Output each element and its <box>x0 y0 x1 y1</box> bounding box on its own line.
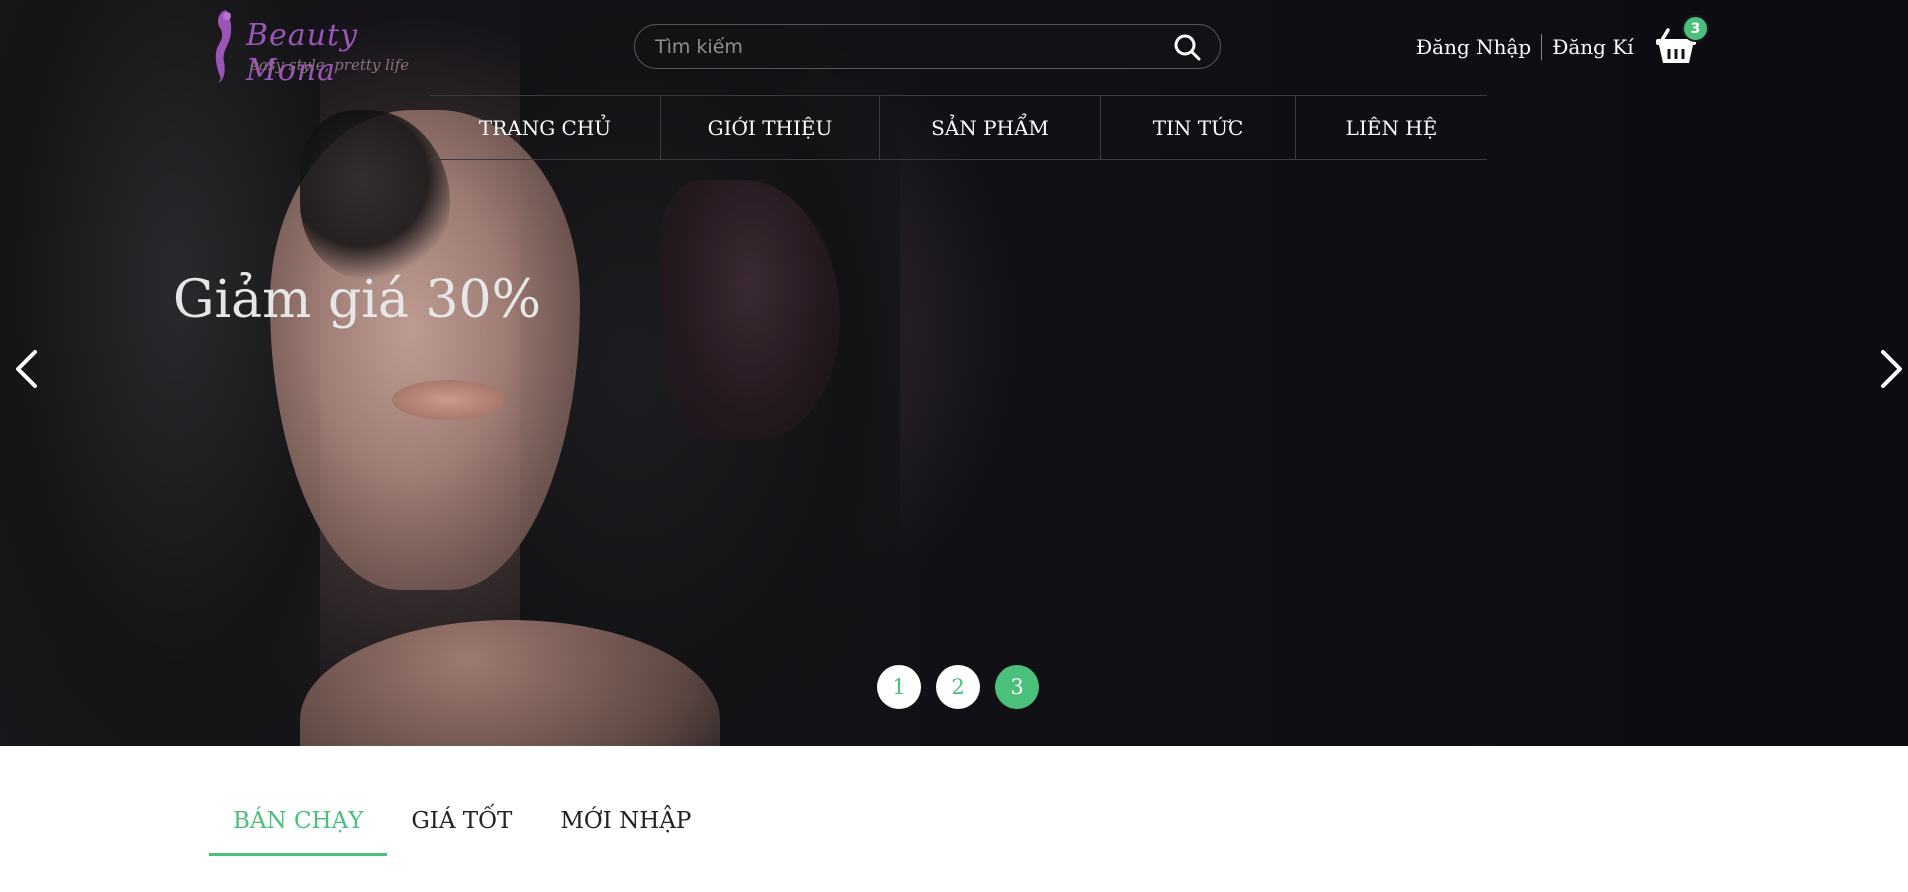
slider-page-1[interactable]: 1 <box>877 665 921 709</box>
tab-label: BÁN CHẠY <box>233 808 364 834</box>
nav-item-contact[interactable]: LIÊN HỆ <box>1296 96 1487 159</box>
slide-caption: Giảm giá 30% <box>173 270 542 330</box>
search-icon[interactable] <box>1172 32 1202 62</box>
chevron-right-icon <box>1881 350 1902 388</box>
auth-divider <box>1541 34 1543 60</box>
woman-silhouette-icon <box>215 10 232 84</box>
hero-image-hair <box>0 0 320 746</box>
slider-next-button[interactable] <box>1872 344 1908 394</box>
tab-label: MỚI NHẬP <box>560 808 692 834</box>
cart-count-badge: 3 <box>1682 15 1709 42</box>
product-tabs: BÁN CHẠY GIÁ TỐT MỚI NHẬP <box>209 808 715 856</box>
brand-logo[interactable]: Beauty Mona easy style, pretty life <box>206 6 446 88</box>
nav-item-home[interactable]: TRANG CHỦ <box>430 96 661 159</box>
slider-prev-button[interactable] <box>6 344 46 394</box>
slider-page-3[interactable]: 3 <box>995 665 1039 709</box>
brand-tagline: easy style, pretty life <box>250 56 410 74</box>
tab-label: GIÁ TỐT <box>411 808 513 834</box>
tab-new-arrivals[interactable]: MỚI NHẬP <box>536 808 715 856</box>
nav-item-label: TIN TỨC <box>1152 115 1244 140</box>
auth-links: Đăng Nhập Đăng Kí <box>1416 32 1634 62</box>
nav-item-label: GIỚI THIỆU <box>707 115 833 140</box>
slider-pagination: 1 2 3 <box>877 665 1039 709</box>
tab-good-price[interactable]: GIÁ TỐT <box>387 808 536 856</box>
nav-item-label: SẢN PHẨM <box>931 115 1049 140</box>
register-link[interactable]: Đăng Kí <box>1552 35 1633 59</box>
nav-item-news[interactable]: TIN TỨC <box>1101 96 1296 159</box>
nav-item-products[interactable]: SẢN PHẨM <box>880 96 1101 159</box>
hero-image-lips <box>392 380 504 420</box>
search-input[interactable] <box>655 35 1172 58</box>
hero-banner: Beauty Mona easy style, pretty life Đăng… <box>0 0 1908 746</box>
brand-name: Beauty Mona <box>246 18 359 88</box>
login-link[interactable]: Đăng Nhập <box>1416 35 1531 59</box>
nav-item-about[interactable]: GIỚI THIỆU <box>661 96 880 159</box>
tab-best-selling[interactable]: BÁN CHẠY <box>209 808 388 856</box>
main-nav: TRANG CHỦ GIỚI THIỆU SẢN PHẨM TIN TỨC LI… <box>430 95 1487 160</box>
nav-item-label: LIÊN HỆ <box>1345 115 1438 140</box>
search-bar <box>634 24 1221 69</box>
chevron-left-icon <box>16 350 37 388</box>
slider-page-2[interactable]: 2 <box>936 665 980 709</box>
nav-item-label: TRANG CHỦ <box>478 115 612 140</box>
